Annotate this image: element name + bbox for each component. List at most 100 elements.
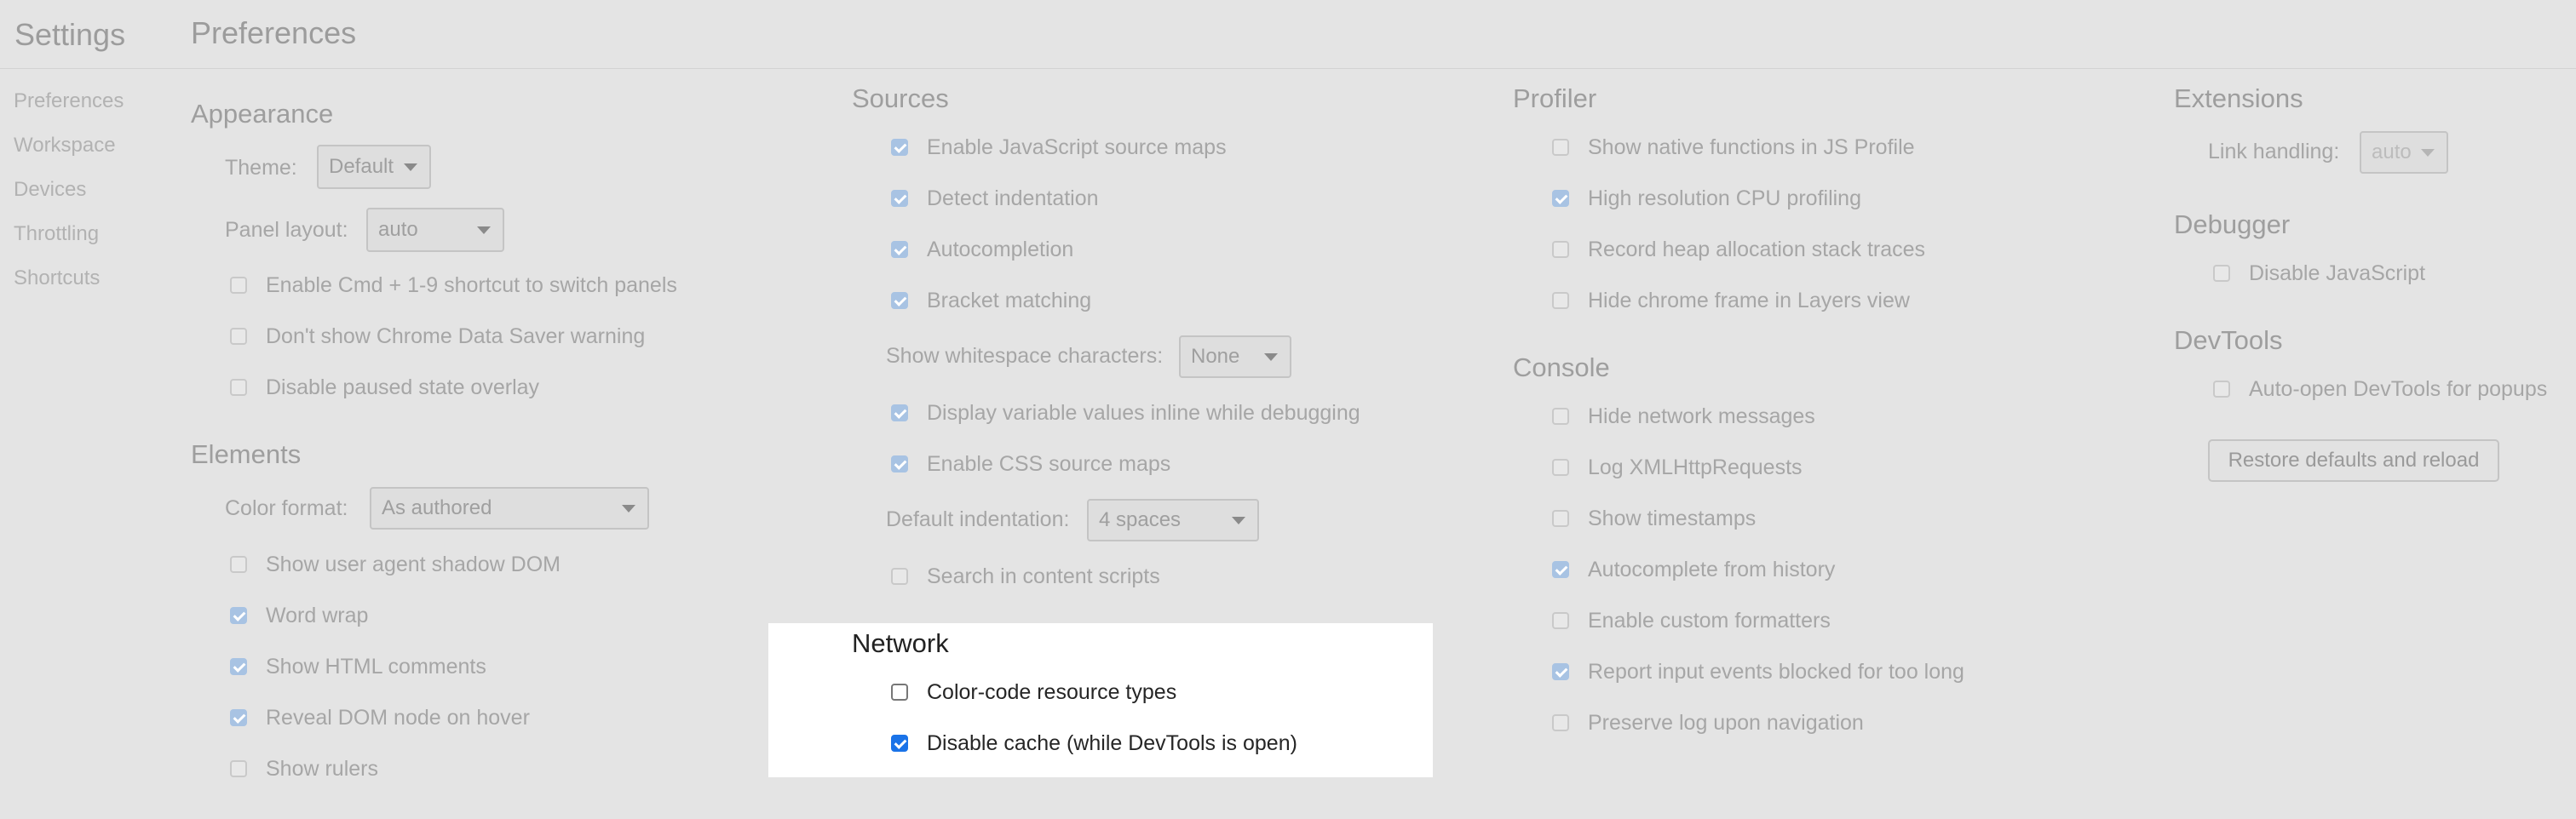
sidebar-item-workspace[interactable]: Workspace	[14, 134, 116, 158]
option-hide-chrome-frame[interactable]: Hide chrome frame in Layers view	[1552, 288, 1910, 313]
option-html-comments[interactable]: Show HTML comments	[230, 654, 486, 679]
option-js-source-maps[interactable]: Enable JavaScript source maps	[891, 135, 1227, 160]
chevron-down-icon	[2421, 149, 2435, 157]
option-cmd-shortcut[interactable]: Enable Cmd + 1-9 shortcut to switch pane…	[230, 272, 677, 298]
option-preserve-log[interactable]: Preserve log upon navigation	[1552, 710, 1864, 736]
option-reveal-dom-node[interactable]: Reveal DOM node on hover	[230, 705, 530, 730]
color-format-select[interactable]: As authored	[370, 487, 649, 530]
sidebar-item-preferences[interactable]: Preferences	[14, 89, 124, 113]
theme-label: Theme:	[225, 156, 297, 180]
option-shadow-dom[interactable]: Show user agent shadow DOM	[230, 552, 561, 577]
checkbox[interactable]	[230, 658, 247, 675]
option-data-saver-warning[interactable]: Don't show Chrome Data Saver warning	[230, 324, 645, 349]
checkbox[interactable]	[1552, 139, 1569, 156]
option-label: Disable cache (while DevTools is open)	[927, 730, 1297, 755]
checkbox[interactable]	[230, 328, 247, 345]
option-label: Show user agent shadow DOM	[266, 552, 561, 576]
indentation-select-value: 4 spaces	[1099, 508, 1182, 531]
link-handling-select-value: auto	[2372, 140, 2412, 163]
sidebar-item-throttling[interactable]: Throttling	[14, 222, 99, 246]
checkbox[interactable]	[1552, 459, 1569, 476]
option-label: Hide network messages	[1588, 404, 1815, 428]
option-content-scripts[interactable]: Search in content scripts	[891, 564, 1160, 589]
option-show-rulers[interactable]: Show rulers	[230, 756, 378, 782]
option-autocomplete-history[interactable]: Autocomplete from history	[1552, 557, 1835, 582]
checkbox[interactable]	[891, 139, 908, 156]
option-disable-cache[interactable]: Disable cache (while DevTools is open)	[891, 730, 1297, 756]
checkbox[interactable]	[1552, 408, 1569, 425]
option-label: Autocompletion	[927, 237, 1074, 261]
checkbox[interactable]	[1552, 663, 1569, 680]
option-label: Enable custom formatters	[1588, 608, 1831, 633]
checkbox[interactable]	[230, 760, 247, 777]
option-detect-indentation[interactable]: Detect indentation	[891, 186, 1099, 211]
devtools-header: DevTools	[2174, 325, 2283, 355]
restore-defaults-button[interactable]: Restore defaults and reload	[2208, 439, 2499, 482]
option-heap-allocation[interactable]: Record heap allocation stack traces	[1552, 237, 1925, 262]
checkbox[interactable]	[2213, 265, 2230, 282]
extensions-header: Extensions	[2174, 83, 2303, 113]
checkbox[interactable]	[891, 241, 908, 258]
checkbox[interactable]	[891, 190, 908, 207]
checkbox[interactable]	[1552, 292, 1569, 309]
checkbox[interactable]	[1552, 561, 1569, 578]
option-bracket-matching[interactable]: Bracket matching	[891, 288, 1091, 313]
sidebar-item-shortcuts[interactable]: Shortcuts	[14, 266, 100, 290]
option-label: Show rulers	[266, 756, 378, 781]
checkbox[interactable]	[2213, 381, 2230, 398]
link-handling-select[interactable]: auto	[2360, 131, 2448, 174]
option-log-xhr[interactable]: Log XMLHttpRequests	[1552, 455, 1803, 480]
option-label: Color-code resource types	[927, 679, 1177, 704]
checkbox[interactable]	[1552, 190, 1569, 207]
option-disable-javascript[interactable]: Disable JavaScript	[2213, 261, 2425, 286]
option-label: Show native functions in JS Profile	[1588, 135, 1915, 159]
option-autocompletion[interactable]: Autocompletion	[891, 237, 1073, 262]
indentation-select[interactable]: 4 spaces	[1087, 499, 1259, 541]
checkbox[interactable]	[891, 455, 908, 472]
checkbox[interactable]	[891, 568, 908, 585]
option-label: Enable CSS source maps	[927, 451, 1171, 476]
option-css-source-maps[interactable]: Enable CSS source maps	[891, 451, 1170, 477]
option-label: Report input events blocked for too long	[1588, 659, 1964, 684]
checkbox[interactable]	[891, 684, 908, 701]
header-divider	[0, 68, 2576, 69]
checkbox[interactable]	[230, 607, 247, 624]
option-label: Detect indentation	[927, 186, 1099, 210]
checkbox[interactable]	[891, 292, 908, 309]
option-native-functions[interactable]: Show native functions in JS Profile	[1552, 135, 1915, 160]
option-label: Show timestamps	[1588, 506, 1757, 530]
checkbox[interactable]	[230, 556, 247, 573]
option-label: Reveal DOM node on hover	[266, 705, 530, 730]
checkbox[interactable]	[230, 379, 247, 396]
option-word-wrap[interactable]: Word wrap	[230, 603, 368, 628]
option-label: Autocomplete from history	[1588, 557, 1836, 581]
option-label: Search in content scripts	[927, 564, 1160, 588]
checkbox[interactable]	[230, 709, 247, 726]
option-label: Don't show Chrome Data Saver warning	[266, 324, 646, 348]
checkbox[interactable]	[891, 404, 908, 421]
checkbox[interactable]	[891, 735, 908, 752]
checkbox[interactable]	[1552, 510, 1569, 527]
checkbox[interactable]	[1552, 241, 1569, 258]
checkbox[interactable]	[1552, 714, 1569, 731]
panel-layout-select[interactable]: auto	[366, 208, 504, 252]
option-custom-formatters[interactable]: Enable custom formatters	[1552, 608, 1831, 633]
option-color-code-resources[interactable]: Color-code resource types	[891, 679, 1176, 705]
option-paused-overlay[interactable]: Disable paused state overlay	[230, 375, 539, 400]
whitespace-label: Show whitespace characters:	[886, 344, 1164, 368]
whitespace-select[interactable]: None	[1179, 335, 1291, 378]
option-label: Record heap allocation stack traces	[1588, 237, 1926, 261]
option-hide-network-messages[interactable]: Hide network messages	[1552, 404, 1815, 429]
option-show-timestamps[interactable]: Show timestamps	[1552, 506, 1756, 531]
option-auto-open-devtools[interactable]: Auto-open DevTools for popups	[2213, 376, 2547, 402]
option-high-res-cpu[interactable]: High resolution CPU profiling	[1552, 186, 1861, 211]
option-label: Preserve log upon navigation	[1588, 710, 1864, 735]
debugger-header: Debugger	[2174, 209, 2291, 239]
sidebar-item-devices[interactable]: Devices	[14, 178, 86, 202]
panel-layout-label: Panel layout:	[225, 218, 348, 242]
checkbox[interactable]	[230, 277, 247, 294]
option-inline-values[interactable]: Display variable values inline while deb…	[891, 400, 1360, 426]
option-report-input-events[interactable]: Report input events blocked for too long	[1552, 659, 1964, 684]
checkbox[interactable]	[1552, 612, 1569, 629]
theme-select[interactable]: Default	[317, 145, 431, 189]
